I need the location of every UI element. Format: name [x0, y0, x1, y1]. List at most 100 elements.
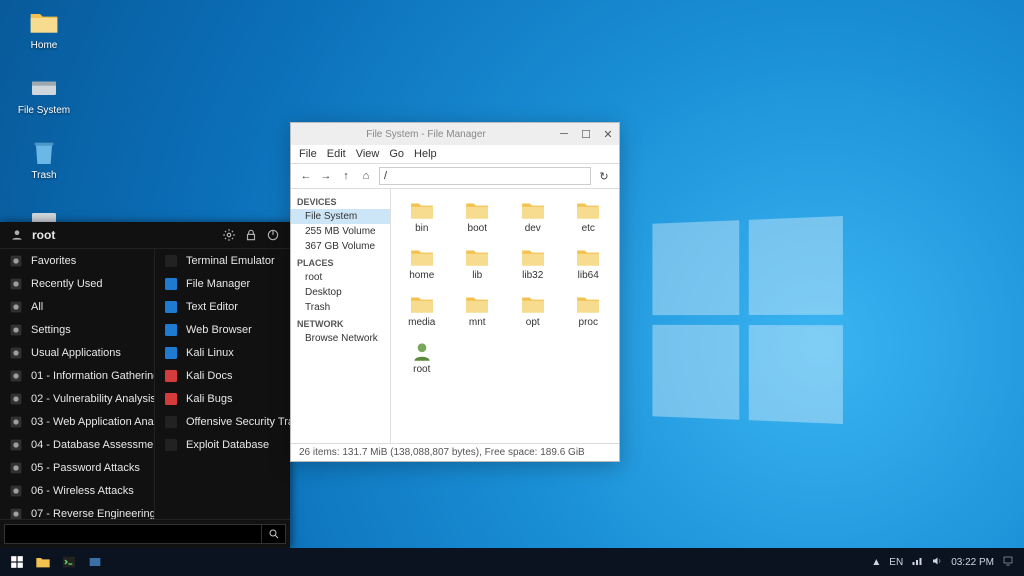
tray-volume-icon[interactable] [931, 555, 943, 570]
menu-edit[interactable]: Edit [327, 148, 346, 160]
taskbar-terminal[interactable] [56, 550, 82, 574]
tray-clock[interactable]: 03:22 PM [951, 557, 994, 568]
menu-category[interactable]: 05 - Password Attacks [0, 456, 154, 479]
sidebar-place[interactable]: Desktop [291, 285, 390, 300]
toolbar: ← → ↑ ⌂ / ↻ [291, 164, 619, 189]
folder-item[interactable]: bin [395, 195, 449, 236]
menu-view[interactable]: View [356, 148, 380, 160]
menu-label: 03 - Web Application Analysis [31, 416, 155, 428]
folder-item[interactable]: opt [506, 289, 560, 330]
taskbar-file-manager[interactable] [30, 550, 56, 574]
back-button[interactable]: ← [299, 170, 313, 182]
menu-label: All [31, 301, 43, 313]
tray-lang[interactable]: EN [889, 557, 903, 568]
menu-app[interactable]: Kali Linux [155, 341, 290, 364]
menu-label: 05 - Password Attacks [31, 462, 140, 474]
power-icon[interactable] [266, 228, 280, 242]
settings-icon[interactable] [222, 228, 236, 242]
home-button[interactable]: ⌂ [359, 170, 373, 182]
user-icon [10, 228, 24, 242]
menu-label: Terminal Emulator [186, 255, 275, 267]
tray-notifications-icon[interactable] [1002, 555, 1014, 570]
menu-category[interactable]: 01 - Information Gathering [0, 364, 154, 387]
maximize-button[interactable]: ☐ [575, 123, 597, 145]
menu-category[interactable]: 06 - Wireless Attacks [0, 479, 154, 502]
menu-app[interactable]: Offensive Security Trai... [155, 410, 290, 433]
menu-category[interactable]: Settings [0, 318, 154, 341]
tray-expand-icon[interactable]: ▲ [871, 557, 881, 568]
close-button[interactable]: ✕ [597, 123, 619, 145]
menu-category[interactable]: All [0, 295, 154, 318]
folder-item[interactable]: mnt [451, 289, 505, 330]
folder-label: home [409, 270, 434, 281]
folder-label: lib64 [578, 270, 599, 281]
apps-icon [8, 345, 24, 361]
sidebar-place[interactable]: Trash [291, 300, 390, 315]
reload-button[interactable]: ↻ [597, 170, 611, 183]
folder-item[interactable]: proc [562, 289, 616, 330]
folder-item[interactable]: etc [562, 195, 616, 236]
start-menu-apps: Terminal Emulator File ManagerText Editor… [155, 249, 290, 519]
menu-file[interactable]: File [299, 148, 317, 160]
forward-button[interactable]: → [319, 170, 333, 182]
menu-label: 01 - Information Gathering [31, 370, 155, 382]
desktop-filesystem[interactable]: File System [16, 71, 72, 116]
menu-label: Usual Applications [31, 347, 121, 359]
folder-label: boot [468, 223, 487, 234]
desktop-label: Trash [31, 170, 56, 181]
menu-app[interactable]: Text Editor [155, 295, 290, 318]
kali-docs-icon [163, 368, 179, 384]
menu-category[interactable]: 04 - Database Assessment [0, 433, 154, 456]
menu-help[interactable]: Help [414, 148, 437, 160]
menu-label: 04 - Database Assessment [31, 439, 155, 451]
menu-app[interactable]: Kali Bugs [155, 387, 290, 410]
taskbar-item[interactable] [82, 550, 108, 574]
menu-app[interactable]: File Manager [155, 272, 290, 295]
path-bar[interactable]: / [379, 167, 591, 185]
menu-app[interactable]: Kali Docs [155, 364, 290, 387]
folder-item[interactable]: lib64 [562, 242, 616, 283]
menu-app[interactable]: Exploit Database [155, 433, 290, 456]
search-button[interactable] [262, 524, 286, 544]
menu-go[interactable]: Go [389, 148, 404, 160]
menu-app[interactable]: Terminal Emulator [155, 249, 290, 272]
exploitdb-icon [163, 437, 179, 453]
menu-category[interactable]: Usual Applications [0, 341, 154, 364]
menu-category[interactable]: Recently Used [0, 272, 154, 295]
menu-category[interactable]: 03 - Web Application Analysis [0, 410, 154, 433]
folder-item[interactable]: dev [506, 195, 560, 236]
desktop-home[interactable]: Home [16, 6, 72, 51]
menu-category[interactable]: 07 - Reverse Engineering [0, 502, 154, 519]
folder-label: proc [579, 317, 598, 328]
gear-icon [8, 322, 24, 338]
folder-item[interactable]: lib [451, 242, 505, 283]
sidebar-header: PLACES [291, 254, 390, 270]
up-button[interactable]: ↑ [339, 170, 353, 182]
folder-item[interactable]: home [395, 242, 449, 283]
folder-item[interactable]: boot [451, 195, 505, 236]
sidebar-device[interactable]: 255 MB Volume [291, 224, 390, 239]
folder-label: opt [526, 317, 540, 328]
menu-category[interactable]: Favorites [0, 249, 154, 272]
menu-category[interactable]: 02 - Vulnerability Analysis [0, 387, 154, 410]
sidebar-place[interactable]: root [291, 270, 390, 285]
titlebar[interactable]: File System - File Manager ─ ☐ ✕ [291, 123, 619, 145]
sidebar-device[interactable]: 367 GB Volume [291, 239, 390, 254]
menu-label: Settings [31, 324, 71, 336]
lock-icon[interactable] [244, 228, 258, 242]
sidebar-device[interactable]: File System [291, 209, 390, 224]
folder-label: etc [582, 223, 595, 234]
search-icon [268, 528, 280, 540]
menu-app[interactable]: Web Browser [155, 318, 290, 341]
desktop-trash[interactable]: Trash [16, 136, 72, 181]
folder-label: lib [472, 270, 482, 281]
start-button[interactable] [4, 550, 30, 574]
search-input[interactable] [4, 524, 262, 544]
folder-item[interactable]: root [395, 336, 449, 377]
tray-network-icon[interactable] [911, 555, 923, 570]
start-menu-categories: FavoritesRecently Used All Settings Usual A… [0, 249, 155, 519]
sidebar-network[interactable]: Browse Network [291, 331, 390, 346]
folder-item[interactable]: media [395, 289, 449, 330]
minimize-button[interactable]: ─ [553, 123, 575, 145]
folder-item[interactable]: lib32 [506, 242, 560, 283]
